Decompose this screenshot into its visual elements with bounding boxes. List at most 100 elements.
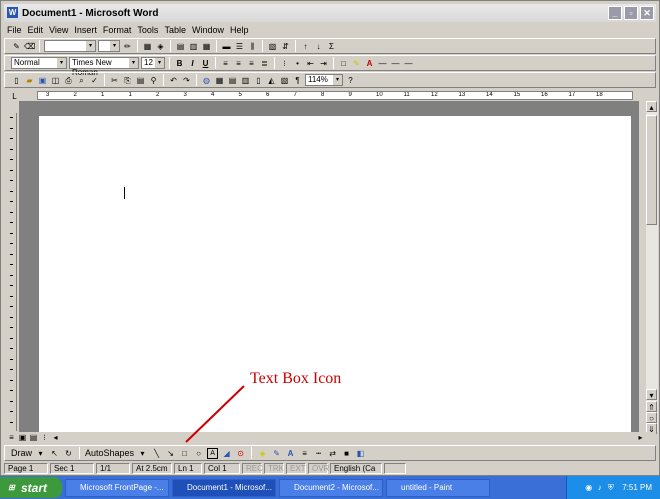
title-bar[interactable]: W Document1 - Microsoft Word _ ▫ ✕ [4,4,656,22]
autoformat-icon[interactable]: ▧ [267,41,278,52]
dash-style-icon[interactable]: ┅ [313,448,324,459]
scroll-right-icon[interactable]: ▸ [635,432,646,443]
scroll-down-icon[interactable]: ▾ [646,389,657,400]
menu-insert[interactable]: Insert [71,25,100,35]
paste-icon[interactable]: ▤ [135,75,146,86]
scroll-up-icon[interactable]: ▴ [646,101,657,112]
line-style-combo[interactable]: ▾ [44,40,96,52]
italic-icon[interactable]: I [187,58,198,69]
select-objects-icon[interactable]: ↖ [49,448,60,459]
menu-file[interactable]: File [4,25,25,35]
line-icon[interactable]: — [390,58,401,69]
network-icon[interactable]: ◉ [583,482,594,493]
font-color-icon[interactable]: A [364,58,375,69]
maximize-button[interactable]: ▫ [624,6,638,20]
menu-window[interactable]: Window [189,25,227,35]
draw-menu[interactable]: Draw [11,448,32,458]
style-combo[interactable]: Normal ▾ [11,57,67,69]
numbering-icon[interactable]: ⁝ [279,58,290,69]
text-direction-icon[interactable]: ⇵ [280,41,291,52]
bold-icon[interactable]: B [174,58,185,69]
zoom-combo[interactable]: 114% ▾ [305,74,343,86]
status-rec[interactable]: REC [242,463,263,474]
menu-table[interactable]: Table [161,25,189,35]
status-trk[interactable]: TRK [264,463,284,474]
start-button[interactable]: ⊞ start [0,477,62,498]
distribute-rows-icon[interactable]: ☰ [234,41,245,52]
line-icon[interactable]: — [377,58,388,69]
redo-icon[interactable]: ↷ [181,75,192,86]
text-box-icon[interactable]: A [207,447,219,459]
web-view-icon[interactable]: ▣ [17,432,28,443]
print-icon[interactable]: ⎙ [63,75,74,86]
close-button[interactable]: ✕ [640,6,654,20]
columns-icon[interactable]: ▯ [253,75,264,86]
wordart-icon[interactable]: ◢ [221,448,232,459]
cut-icon[interactable]: ✂ [109,75,120,86]
security-icon[interactable]: ⛨ [605,482,616,493]
outside-border-icon[interactable]: □ [338,58,349,69]
increase-indent-icon[interactable]: ⇥ [318,58,329,69]
autosum-icon[interactable]: Σ [326,41,337,52]
clock[interactable]: 7:51 PM [622,483,652,492]
decrease-indent-icon[interactable]: ⇤ [305,58,316,69]
task-paint[interactable]: untitled - Paint [386,478,490,497]
line-tool-icon[interactable]: ╲ [151,448,162,459]
horizontal-ruler[interactable]: 3 2 1 1 2 3 4 5 6 7 8 9 10 11 12 13 14 15 16 17 18 [37,91,633,100]
highlight-icon[interactable]: ✎ [351,58,362,69]
line-weight-combo[interactable]: ▾ [98,40,120,52]
task-document2[interactable]: Document2 - Microsof... [279,478,383,497]
status-ovr[interactable]: OVR [308,463,329,474]
insert-table-icon[interactable]: ▤ [227,75,238,86]
font-combo[interactable]: Times New Roman ▾ [69,57,139,77]
insert-table-icon[interactable]: ▤ [175,41,186,52]
vertical-ruler[interactable] [7,113,17,431]
scroll-left-icon[interactable]: ◂ [50,432,61,443]
status-spelling[interactable] [384,463,406,474]
print-layout-icon[interactable]: ▤ [28,432,39,443]
oval-tool-icon[interactable]: ○ [193,448,204,459]
minimize-button[interactable]: _ [608,6,622,20]
border-color-icon[interactable]: ✏ [122,41,133,52]
spelling-icon[interactable]: ✓ [89,75,100,86]
line-icon[interactable]: — [403,58,414,69]
menu-view[interactable]: View [46,25,71,35]
diagram-icon[interactable]: ⊙ [235,448,246,459]
previous-page-icon[interactable]: ⇑ [646,401,657,412]
align-left-icon[interactable]: ≡ [220,58,231,69]
new-document-icon[interactable]: ▯ [11,75,22,86]
undo-icon[interactable]: ↶ [168,75,179,86]
fill-color-icon[interactable]: ◈ [257,448,268,459]
hyperlink-icon[interactable]: ◍ [201,75,212,86]
print-preview-icon[interactable]: ⌕ [76,75,87,86]
document-map-icon[interactable]: ▧ [279,75,290,86]
eraser-icon[interactable]: ⌫ [24,41,35,52]
volume-icon[interactable]: ♪ [594,482,605,493]
line-style-icon[interactable]: ≡ [299,448,310,459]
distribute-cols-icon[interactable]: ⫼ [247,41,258,52]
open-folder-icon[interactable]: ▰ [24,75,35,86]
help-icon[interactable]: ? [345,75,356,86]
menu-help[interactable]: Help [227,25,252,35]
sort-ascending-icon[interactable]: ↑ [300,41,311,52]
borders-icon[interactable]: ▦ [142,41,153,52]
status-ext[interactable]: EXT [286,463,306,474]
show-hide-icon[interactable]: ¶ [292,75,303,86]
align-right-icon[interactable]: ≡ [246,58,257,69]
arrow-style-icon[interactable]: ⇄ [327,448,338,459]
insert-excel-icon[interactable]: ▥ [240,75,251,86]
copy-icon[interactable]: ⎘ [122,75,133,86]
task-frontpage[interactable]: Microsoft FrontPage -... [65,478,169,497]
scroll-thumb[interactable] [646,115,657,225]
shadow-icon[interactable]: ■ [341,448,352,459]
3d-style-icon[interactable]: ◧ [355,448,366,459]
arrow-tool-icon[interactable]: ↘ [165,448,176,459]
bullets-icon[interactable]: • [292,58,303,69]
normal-view-icon[interactable]: ≡ [6,432,17,443]
split-cells-icon[interactable]: ▦ [201,41,212,52]
menu-format[interactable]: Format [100,25,135,35]
permission-icon[interactable]: ◫ [50,75,61,86]
align-icon[interactable]: ▬ [221,41,232,52]
format-painter-icon[interactable]: ⚲ [148,75,159,86]
justify-icon[interactable]: ≣ [259,58,270,69]
